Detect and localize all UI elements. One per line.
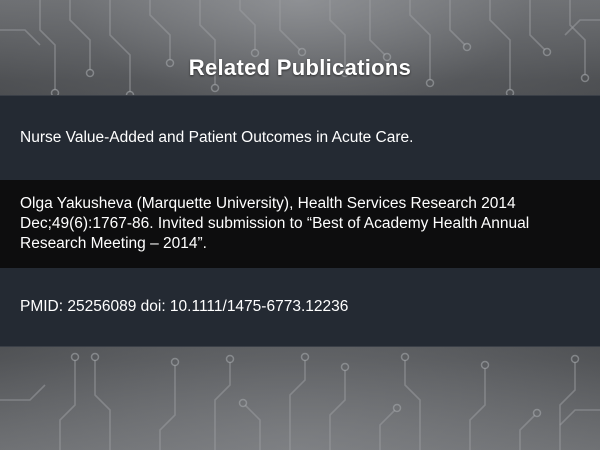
publication-title: Nurse Value-Added and Patient Outcomes i…	[20, 129, 414, 146]
identifiers-panel: PMID: 25256089 doi: 10.1111/1475-6773.12…	[0, 268, 600, 347]
publication-citation: Olga Yakusheva (Marquette University), H…	[20, 195, 530, 252]
publication-title-panel: Nurse Value-Added and Patient Outcomes i…	[0, 95, 600, 180]
publication-identifiers: PMID: 25256089 doi: 10.1111/1475-6773.12…	[20, 298, 349, 315]
citation-panel: Olga Yakusheva (Marquette University), H…	[0, 180, 600, 268]
slide-title: Related Publications	[188, 55, 412, 80]
